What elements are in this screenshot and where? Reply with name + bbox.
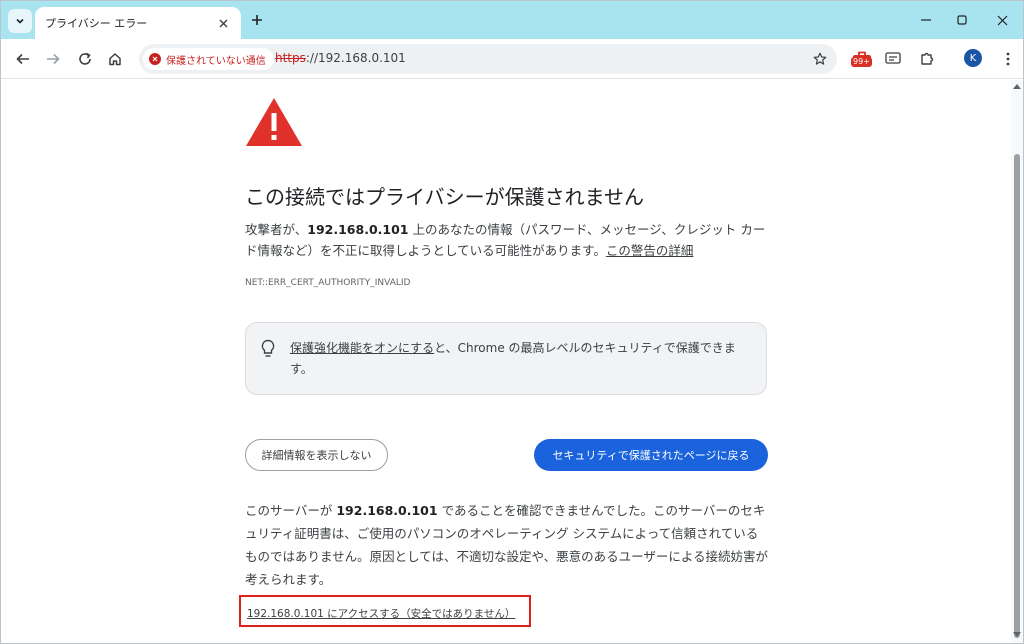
- scrollbar[interactable]: [1011, 80, 1023, 643]
- extension-badge: 99+: [851, 57, 872, 67]
- url-host: ://192.168.0.101: [305, 51, 406, 65]
- tab-close-button[interactable]: [215, 15, 231, 31]
- lightbulb-icon: [261, 339, 275, 357]
- tab-active[interactable]: プライバシー エラー: [35, 7, 241, 39]
- scroll-thumb[interactable]: [1014, 154, 1020, 638]
- star-icon: [813, 52, 827, 65]
- scroll-down-arrow[interactable]: [1013, 632, 1021, 637]
- detail-host: 192.168.0.101: [336, 503, 438, 518]
- tab-title: プライバシー エラー: [45, 17, 148, 30]
- learn-more-link[interactable]: この警告の詳細: [606, 243, 694, 258]
- detail-prefix: このサーバーが: [245, 503, 337, 518]
- highlight-box: 192.168.0.101 にアクセスする（安全ではありません）: [239, 595, 531, 627]
- menu-button[interactable]: [996, 47, 1020, 71]
- tab-search-button[interactable]: [8, 9, 32, 33]
- enhanced-protection-tip: 保護強化機能をオンにすると、Chrome の最高レベルのセキュリティで保護できま…: [245, 322, 767, 395]
- browser-window: プライバシー エラー 保護されていない通信 https://192.168.0.…: [0, 0, 1024, 644]
- back-to-safety-button[interactable]: セキュリティで保護されたページに戻る: [534, 439, 768, 471]
- reading-mode-button[interactable]: [881, 47, 905, 71]
- reload-button[interactable]: [75, 49, 95, 69]
- page-title: この接続ではプライバシーが保護されません: [245, 185, 644, 209]
- close-window-button[interactable]: [993, 11, 1011, 29]
- forward-button[interactable]: [43, 49, 63, 69]
- home-button[interactable]: [105, 49, 125, 69]
- tip-text: 保護強化機能をオンにすると、Chrome の最高レベルのセキュリティで保護できま…: [290, 338, 750, 380]
- reload-icon: [79, 52, 91, 65]
- minimize-button[interactable]: [917, 11, 935, 29]
- url-scheme: https: [275, 51, 306, 65]
- chevron-down-icon: [16, 18, 24, 24]
- more-vert-icon: [1006, 52, 1010, 66]
- extensions-button[interactable]: [915, 47, 939, 71]
- puzzle-icon: [921, 52, 934, 65]
- arrow-left-icon: [16, 53, 29, 65]
- minimize-icon: [921, 19, 931, 21]
- proceed-unsafe-link[interactable]: 192.168.0.101 にアクセスする（安全ではありません）: [247, 606, 515, 621]
- error-code: NET::ERR_CERT_AUTHORITY_INVALID: [245, 278, 411, 288]
- warning-icon: [246, 98, 302, 146]
- bookmark-button[interactable]: [811, 50, 829, 68]
- desc-prefix: 攻撃者が、: [245, 222, 308, 237]
- new-tab-button[interactable]: [247, 10, 267, 30]
- scroll-up-arrow[interactable]: [1013, 84, 1021, 89]
- reader-icon: [885, 52, 901, 64]
- security-chip[interactable]: 保護されていない通信: [143, 48, 274, 70]
- maximize-icon: [957, 15, 967, 25]
- close-icon: [219, 19, 227, 27]
- close-icon: [997, 15, 1007, 25]
- tab-strip: プライバシー エラー: [1, 1, 1023, 39]
- home-icon: [109, 53, 121, 66]
- security-chip-label: 保護されていない通信: [166, 55, 266, 67]
- error-icon: [149, 53, 161, 65]
- plus-icon: [252, 15, 262, 25]
- maximize-button[interactable]: [953, 11, 971, 29]
- hide-details-button[interactable]: 詳細情報を表示しない: [245, 439, 388, 471]
- avatar[interactable]: K: [964, 49, 982, 67]
- host-name: 192.168.0.101: [307, 222, 409, 237]
- url-text[interactable]: https://192.168.0.101: [275, 51, 406, 65]
- error-description: 攻撃者が、192.168.0.101 上のあなたの情報（パスワード、メッセージ、…: [245, 219, 769, 261]
- details-text: このサーバーが 192.168.0.101 であることを確認できませんでした。こ…: [245, 499, 769, 591]
- back-button[interactable]: [13, 49, 33, 69]
- arrow-right-icon: [47, 53, 60, 65]
- address-bar[interactable]: 保護されていない通信 https://192.168.0.101: [139, 44, 837, 74]
- enhanced-protection-link[interactable]: 保護強化機能をオンにする: [290, 341, 434, 355]
